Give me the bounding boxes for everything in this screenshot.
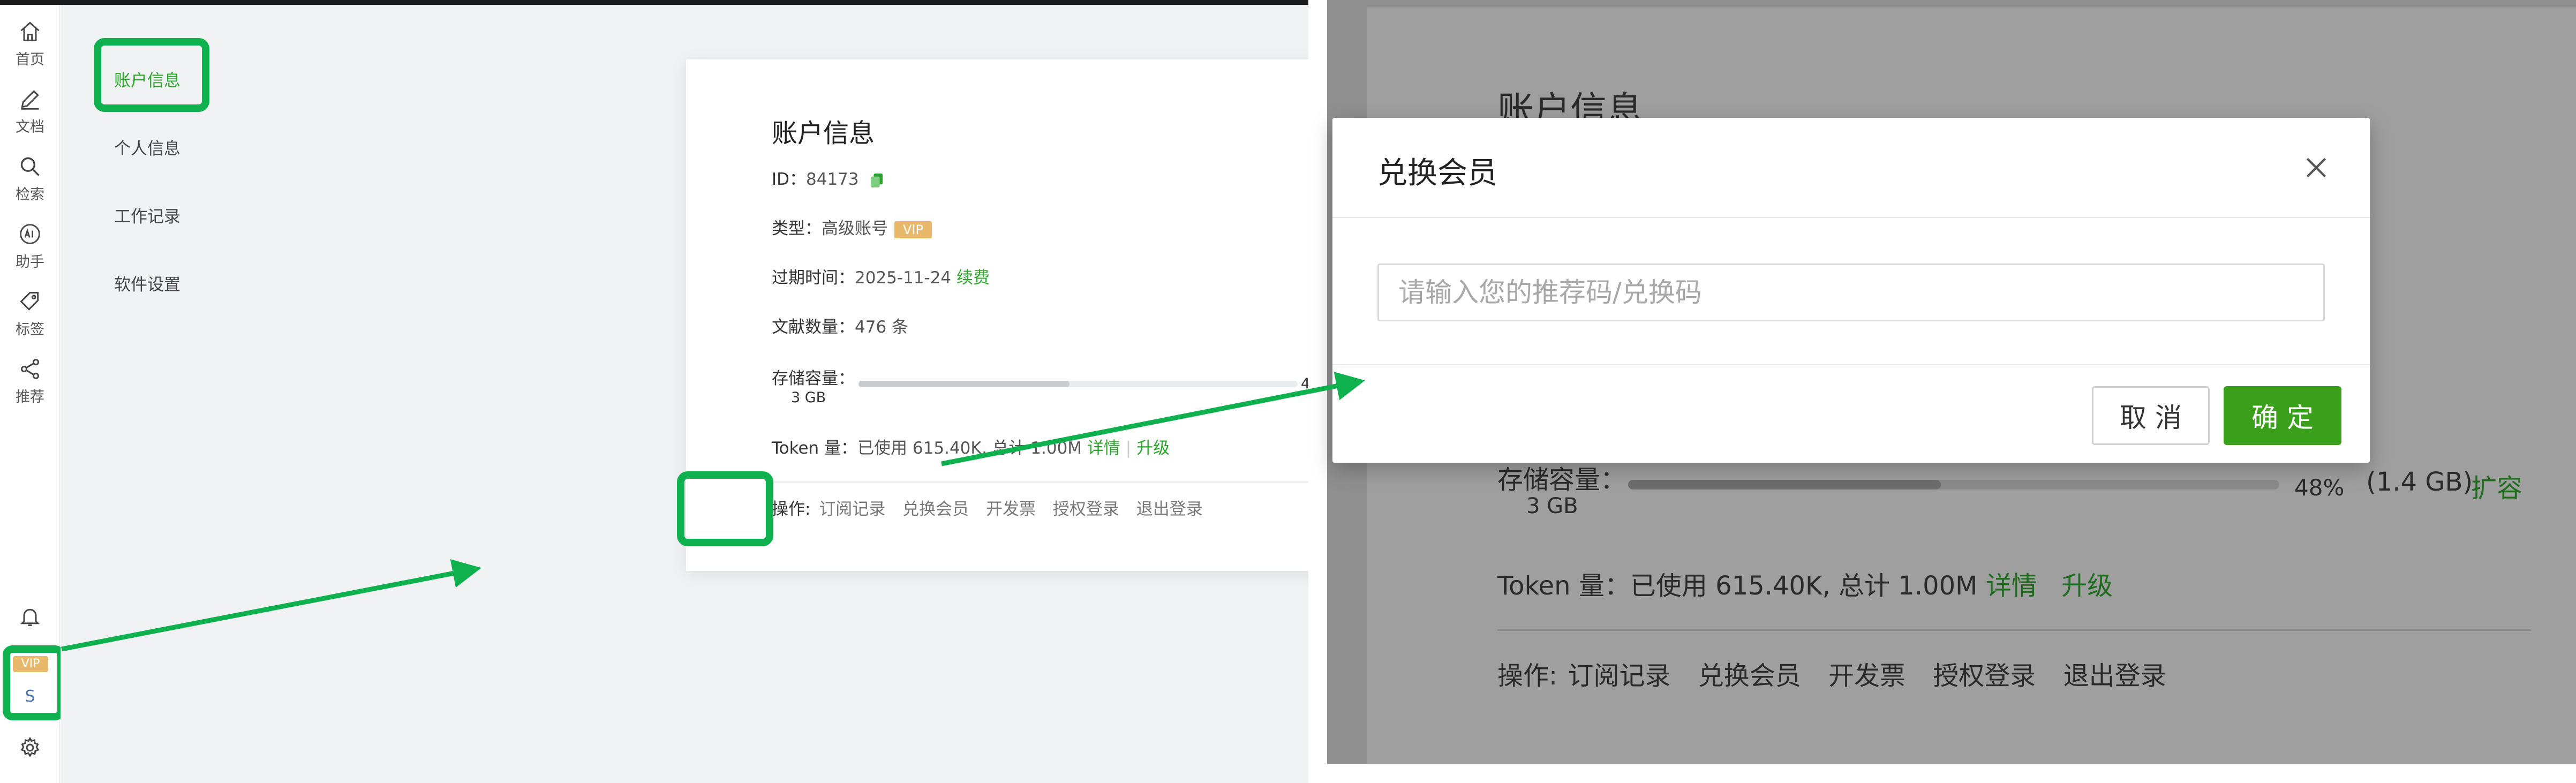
background-token-row: Token 量：已使用 615.40K, 总计 1.00M 详情 升级 <box>1497 564 2113 602</box>
storage-progress-fill <box>858 381 1069 387</box>
background-ops-label: 操作: <box>1497 661 1558 691</box>
gear-icon[interactable] <box>18 736 42 759</box>
type-row: 类型：高级账号 VIP <box>772 215 932 239</box>
background-progress-bar <box>1628 480 2279 490</box>
menu-item-work-log[interactable]: 工作记录 <box>114 203 180 227</box>
bell-icon[interactable] <box>18 604 42 629</box>
op-invoice[interactable]: 开发票 <box>986 500 1036 519</box>
type-label: 类型： <box>772 219 822 238</box>
rail-item-label: 首页 <box>16 51 44 68</box>
redeem-op-highlight-box <box>677 471 773 546</box>
background-storage-total: 3 GB <box>1526 494 1578 518</box>
ops-row: 操作: 订阅记录 兑换会员 开发票 授权登录 退出登录 <box>772 495 1203 520</box>
modal-title: 兑换会员 <box>1377 156 1497 191</box>
window-top-bar <box>0 0 1308 5</box>
background-expand-link: 扩容 <box>2471 473 2523 503</box>
token-value: 已使用 615.40K, 总计 1.00M <box>857 439 1082 458</box>
storage-percent: 48% <box>1301 375 1308 392</box>
background-op: 授权登录 <box>1933 661 2036 691</box>
account-card: 账户信息 ID：84173 类型：高级账号 VIP 过期时间：2025-11-24… <box>686 59 1308 571</box>
token-label: Token 量： <box>772 439 858 458</box>
redeem-modal: 兑换会员 取 消 确 定 <box>1332 118 2370 463</box>
modal-footer-divider <box>1332 364 2370 365</box>
token-row: Token 量：已使用 615.40K, 总计 1.00M 详情 | 升级 <box>772 439 1170 458</box>
rail-item-recommend[interactable]: 推荐 <box>0 350 60 405</box>
background-op: 兑换会员 <box>1698 661 1801 691</box>
background-progress-fill <box>1628 480 1941 490</box>
settings-menu: 账户信息 个人信息 工作记录 软件设置 <box>61 5 210 783</box>
avatar[interactable]: S <box>19 687 41 709</box>
rail-item-label: 标签 <box>16 321 44 338</box>
expire-label: 过期时间： <box>772 268 855 288</box>
background-storage-used: (1.4 GB) <box>2366 467 2473 497</box>
vip-tag: VIP <box>13 656 48 672</box>
search-icon <box>20 157 40 176</box>
background-token-label: Token 量： <box>1497 571 1630 601</box>
menu-active-indicator <box>206 52 209 101</box>
rail-item-label: 助手 <box>16 254 44 270</box>
confirm-button[interactable]: 确 定 <box>2224 386 2341 445</box>
menu-item-personal-info[interactable]: 个人信息 <box>114 135 180 159</box>
rail-item-tags[interactable]: 标签 <box>0 282 60 338</box>
background-storage-percent: 48% <box>2294 475 2345 501</box>
home-icon <box>20 21 40 41</box>
storage-progress-bar <box>858 381 1298 387</box>
op-authorize-login[interactable]: 授权登录 <box>1053 500 1119 519</box>
ai-icon <box>20 224 40 244</box>
modal-header-divider <box>1332 217 2370 218</box>
docs-row: 文献数量：476 条 <box>772 313 908 337</box>
pen-icon <box>21 90 39 110</box>
expire-value: 2025-11-24 <box>855 268 952 288</box>
card-divider <box>772 481 1308 483</box>
type-value: 高级账号 <box>822 219 888 238</box>
rail-item-home[interactable]: 首页 <box>0 12 60 68</box>
background-upgrade-link: 升级 <box>2061 571 2113 601</box>
rail-item-label: 推荐 <box>16 389 44 405</box>
rail-item-label: 文档 <box>16 119 44 135</box>
background-op: 订阅记录 <box>1568 661 1671 691</box>
background-token-value: 已使用 615.40K, 总计 1.00M <box>1630 571 1978 601</box>
ops-label: 操作: <box>772 500 811 519</box>
copy-icon[interactable] <box>870 172 884 189</box>
vip-badge: VIP <box>894 221 932 238</box>
background-ops-row: 操作: 订阅记录 兑换会员 开发票 授权登录 退出登录 <box>1497 654 2166 692</box>
background-detail-link: 详情 <box>1985 571 2037 601</box>
share-icon <box>20 359 40 379</box>
tag-icon <box>20 292 39 311</box>
menu-item-software-settings[interactable]: 软件设置 <box>114 271 180 295</box>
background-op: 退出登录 <box>2063 661 2166 691</box>
docs-value: 476 条 <box>855 318 909 337</box>
storage-label: 存储容量： <box>772 369 855 388</box>
op-logout[interactable]: 退出登录 <box>1136 500 1203 519</box>
menu-highlight-box <box>94 38 209 112</box>
docs-label: 文献数量： <box>772 318 855 337</box>
detail-link[interactable]: 详情 <box>1087 439 1120 458</box>
background-storage-label: 存储容量： <box>1497 465 1626 495</box>
op-redeem-membership[interactable]: 兑换会员 <box>902 500 969 519</box>
id-value: 84173 <box>806 170 859 189</box>
rail-item-label: 检索 <box>16 186 44 203</box>
background-op: 开发票 <box>1828 661 1906 691</box>
renew-link[interactable]: 续费 <box>956 268 990 288</box>
account-title: 账户信息 <box>772 118 875 148</box>
expire-row: 过期时间：2025-11-24 续费 <box>772 264 990 288</box>
redeem-code-input[interactable] <box>1377 263 2325 321</box>
storage-total: 3 GB <box>791 389 826 406</box>
id-row: ID：84173 <box>772 165 884 190</box>
rail-item-assistant[interactable]: 助手 <box>0 215 60 270</box>
upgrade-link[interactable]: 升级 <box>1136 439 1170 458</box>
id-label: ID： <box>772 170 807 189</box>
main-area: 账户信息 ID：84173 类型：高级账号 VIP 过期时间：2025-11-24… <box>210 5 1308 783</box>
close-icon[interactable] <box>2303 154 2330 181</box>
rail-item-search[interactable]: 检索 <box>0 147 60 203</box>
rail-item-docs[interactable]: 文档 <box>0 80 60 135</box>
cancel-button[interactable]: 取 消 <box>2092 386 2210 445</box>
op-subscription-history[interactable]: 订阅记录 <box>819 500 885 519</box>
background-divider <box>1497 629 2531 631</box>
left-screenshot: 首页 文档 检索 助手 标签 推荐 VIP S 账户信息 个人信息 工作记录 软… <box>0 0 1308 783</box>
